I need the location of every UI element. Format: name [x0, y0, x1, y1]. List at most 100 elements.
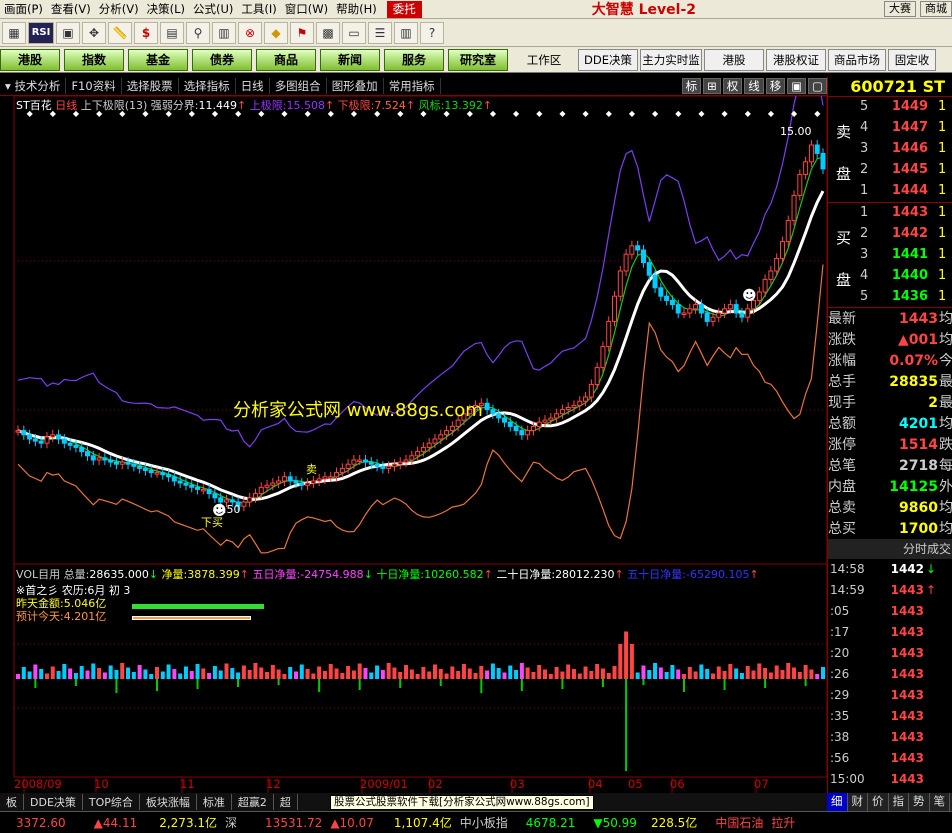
grid-icon[interactable]: ▦ [2, 21, 26, 44]
tab-technical[interactable]: ▾ 技术分析 [0, 78, 67, 94]
tab-multi-chart[interactable]: 多图组合 [270, 78, 327, 94]
price-volume-chart[interactable]: ◆ ◆ ◆ ◆ ◆ ◆ ◆ ◆ ◆ ◆ ◆ ◆ ◆ ◆ ◆ ◆ ◆ ◆ ◆ ◆ ◆ ◆ ◆ ◆ ◆ ◆ ◆ ◆ ◆ ◆ ◆ ◆ ◆ ◆ ◆ [0, 96, 827, 793]
sell-order-row[interactable]: 4 1447 1 [828, 120, 952, 141]
candle [519, 430, 525, 436]
menu-item[interactable]: 公式(U) [189, 1, 237, 17]
news-button[interactable]: 新闻 [320, 48, 380, 71]
tab-trend[interactable]: 势 [909, 793, 930, 811]
dollar-icon[interactable]: $ [134, 21, 158, 44]
maximize-icon[interactable]: ▢ [808, 78, 827, 94]
volume-bar [282, 674, 287, 679]
signal-marker: ◆ [675, 109, 682, 118]
menu-item[interactable]: 分析(V) [95, 1, 143, 17]
tab-daily[interactable]: 日线 [236, 78, 270, 94]
tab-board[interactable]: 板 [0, 794, 24, 810]
hk-stock-button[interactable]: 港股 [704, 48, 764, 71]
candle [316, 478, 322, 482]
hk-warrant-button[interactable]: 港股权证 [766, 48, 826, 71]
menu-item[interactable]: 决策(L) [143, 1, 189, 17]
menu-item[interactable]: 画面(P) [0, 1, 47, 17]
binoculars-icon[interactable]: ⚲ [186, 21, 210, 44]
move-button[interactable]: 移 [765, 78, 786, 94]
tab-trades[interactable]: 笔 [930, 793, 950, 811]
dde-button[interactable]: DDE决策 [578, 48, 638, 71]
chart-icon[interactable]: ▥ [212, 21, 236, 44]
sell-order-row[interactable]: 3 1446 1 [828, 141, 952, 162]
crosshair-icon[interactable]: ⊞ [703, 78, 721, 94]
tab-index[interactable]: 指 [889, 793, 909, 811]
fixed-income-button[interactable]: 固定收 [888, 48, 936, 71]
table-icon[interactable]: ☰ [368, 21, 392, 44]
candle [681, 312, 687, 315]
mark-button[interactable]: 标 [681, 78, 702, 94]
volume-bar [108, 665, 113, 679]
up-value: 15.508 [286, 99, 325, 112]
sign-icon[interactable]: ◆ [264, 21, 288, 44]
tab-dde[interactable]: DDE决策 [24, 794, 83, 810]
contest-button[interactable]: 大赛 [884, 1, 916, 17]
window-icon[interactable]: ▣ [787, 78, 807, 94]
buy-order-row[interactable]: 3 1441 1 [828, 247, 952, 268]
mall-button[interactable]: 商城 [920, 1, 952, 17]
tab-common-indicator[interactable]: 常用指标 [384, 78, 441, 94]
tab-super[interactable]: 超赢2 [232, 794, 274, 810]
tab-standard[interactable]: 标准 [197, 794, 232, 810]
tab-sector[interactable]: 板块涨幅 [140, 794, 197, 810]
commodity-market-button[interactable]: 商品市场 [828, 48, 886, 71]
tab-detail[interactable]: 细 [827, 793, 848, 811]
tab-finance[interactable]: 财 [848, 793, 868, 811]
menu-item[interactable]: 查看(V) [47, 1, 95, 17]
tab-overlay[interactable]: 图形叠加 [327, 78, 384, 94]
trade-button[interactable]: 委托 [386, 0, 422, 18]
cube-icon[interactable]: ▩ [316, 21, 340, 44]
sell-order-row[interactable]: 1 1444 1 [828, 183, 952, 204]
menu-item[interactable]: 工具(I) [237, 1, 280, 17]
candle [513, 425, 519, 432]
menu-item[interactable]: 窗口(W) [281, 1, 332, 17]
layout-icon[interactable]: ▭ [342, 21, 366, 44]
candle [606, 320, 612, 348]
tab-top[interactable]: TOP综合 [83, 794, 140, 810]
tab-more[interactable]: 超 [274, 794, 298, 810]
candle [252, 493, 258, 499]
stop-icon[interactable]: ⊗ [238, 21, 262, 44]
menu-item[interactable]: 帮助(H) [332, 1, 381, 17]
flag-icon[interactable]: ⚑ [290, 21, 314, 44]
buy-order-row[interactable]: 2 1442 1 [828, 226, 952, 247]
fund-button[interactable]: 基金 [128, 48, 188, 71]
stats-icon[interactable]: ▤ [160, 21, 184, 44]
sell-order-row[interactable]: 2 1445 1 [828, 162, 952, 183]
candle [542, 419, 548, 423]
hk-button[interactable]: 港股 [0, 48, 60, 71]
ticker-stock[interactable]: 中国石油 [715, 814, 763, 831]
library-icon[interactable]: ▥ [394, 21, 418, 44]
ruler-icon[interactable]: 📏 [108, 21, 132, 44]
index-button[interactable]: 指数 [64, 48, 124, 71]
volume-bar [571, 669, 576, 679]
buy-order-row[interactable]: 1 1443 1 [828, 205, 952, 226]
vol-title: VOL目用 [16, 568, 61, 581]
monitor-button[interactable]: 主力实时监 [640, 48, 702, 71]
research-button[interactable]: 研究室 [448, 48, 508, 71]
buy-order-row[interactable]: 4 1440 1 [828, 268, 952, 289]
line-button[interactable]: 线 [744, 78, 764, 94]
move-icon[interactable]: ✥ [82, 21, 106, 44]
order-price: 1442 [891, 226, 928, 241]
rsi-icon[interactable]: RSI [28, 21, 54, 44]
commodity-button[interactable]: 商品 [256, 48, 316, 71]
service-button[interactable]: 服务 [384, 48, 444, 71]
candle [264, 484, 270, 488]
chart-frame [13, 96, 827, 778]
rights-button[interactable]: 权 [722, 78, 743, 94]
volume-bar [432, 664, 437, 679]
tab-price[interactable]: 价 [868, 793, 889, 811]
volume-indicator-line: VOL目用 总量:28635.000↓ 净量:3878.399↑ 五日净量:-2… [16, 568, 759, 581]
tab-select-indicator[interactable]: 选择指标 [179, 78, 236, 94]
tab-select-stock[interactable]: 选择股票 [122, 78, 179, 94]
bond-button[interactable]: 债券 [192, 48, 252, 71]
help-cursor-icon[interactable]: ? [420, 21, 444, 44]
window-icon[interactable]: ▣ [56, 21, 80, 44]
workspace-label[interactable]: 工作区 [512, 48, 576, 71]
tab-f10[interactable]: F10资料 [66, 78, 122, 94]
sell-order-row[interactable]: 5 1449 1 [828, 99, 952, 120]
